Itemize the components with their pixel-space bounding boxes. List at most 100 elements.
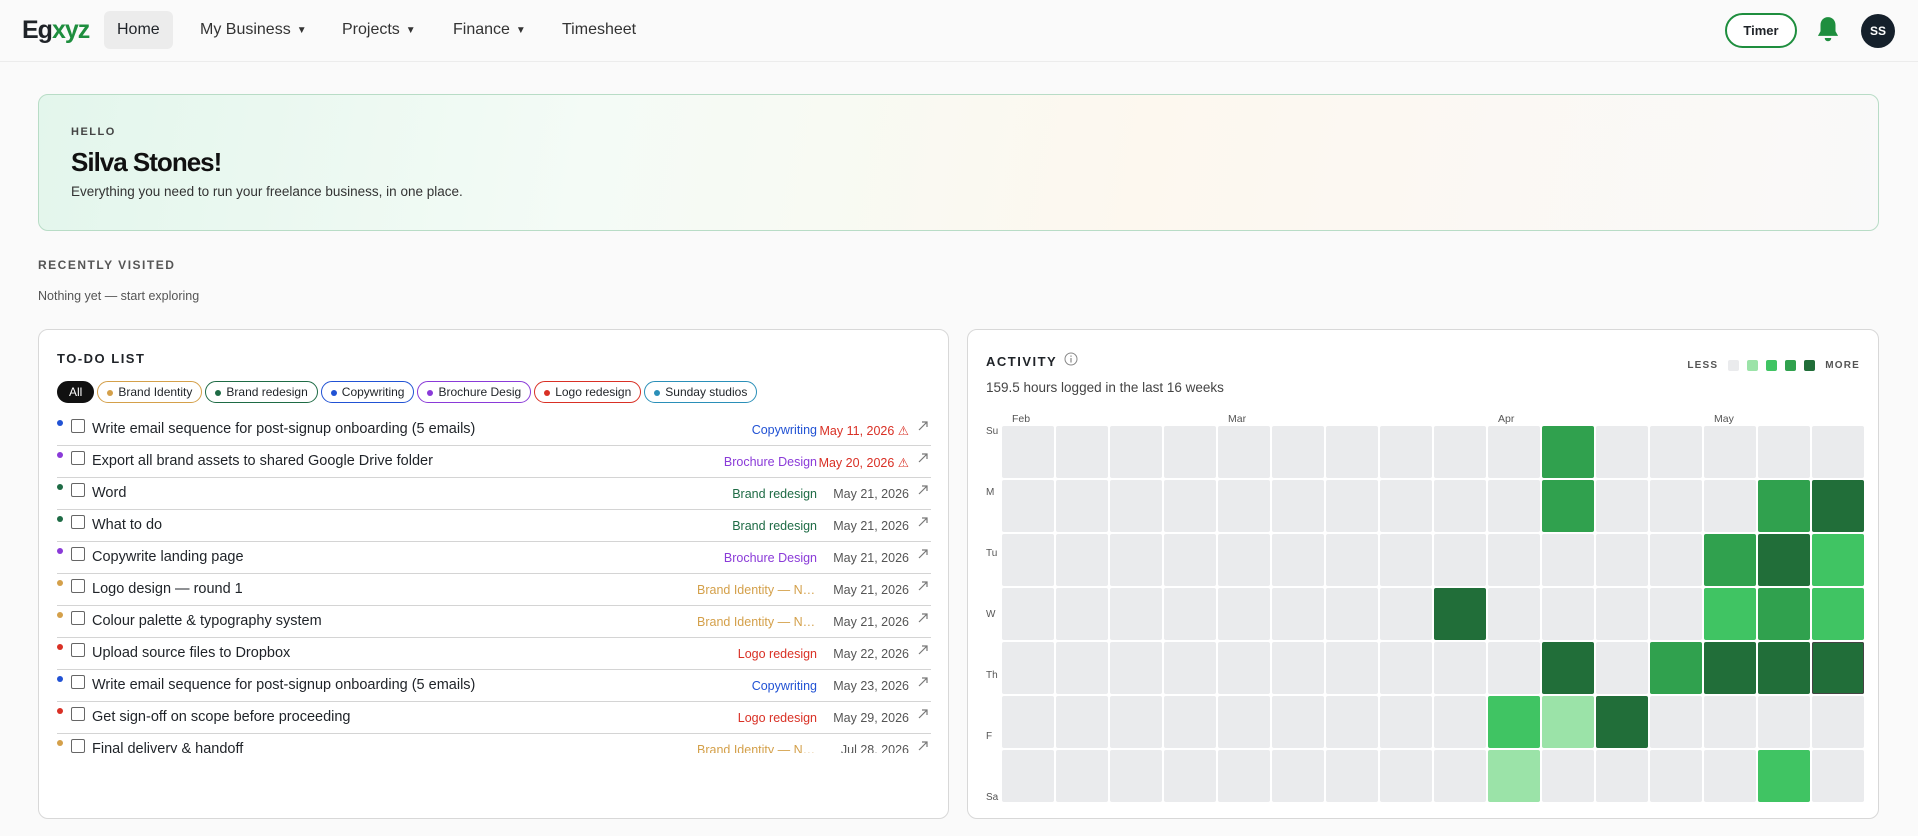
heatmap-cell[interactable]	[1542, 696, 1594, 748]
filter-chip[interactable]: Copywriting	[320, 381, 415, 403]
heatmap-cell[interactable]	[1488, 588, 1540, 640]
todo-project[interactable]: Brand redesign	[732, 487, 817, 501]
heatmap-cell[interactable]	[1758, 426, 1810, 478]
timer-button[interactable]: Timer	[1725, 13, 1797, 48]
todo-checkbox[interactable]	[71, 515, 85, 529]
heatmap-cell[interactable]	[1164, 534, 1216, 586]
heatmap-cell[interactable]	[1164, 480, 1216, 532]
heatmap-cell[interactable]	[1326, 696, 1378, 748]
todo-project[interactable]: Brand Identity — Northwind	[697, 743, 817, 753]
heatmap-cell[interactable]	[1758, 588, 1810, 640]
heatmap-cell[interactable]	[1758, 534, 1810, 586]
heatmap-cell[interactable]	[1110, 480, 1162, 532]
todo-row[interactable]: Upload source files to Dropbox Logo redes…	[57, 638, 931, 670]
heatmap-cell[interactable]	[1542, 588, 1594, 640]
heatmap-cell[interactable]	[1812, 642, 1864, 694]
heatmap-cell[interactable]	[1380, 480, 1432, 532]
heatmap-cell[interactable]	[1812, 588, 1864, 640]
info-icon[interactable]	[1064, 352, 1078, 366]
heatmap-cell[interactable]	[1002, 750, 1054, 802]
heatmap-cell[interactable]	[1056, 750, 1108, 802]
heatmap-cell[interactable]	[1056, 534, 1108, 586]
heatmap-cell[interactable]	[1380, 426, 1432, 478]
heatmap-cell[interactable]	[1596, 696, 1648, 748]
heatmap-cell[interactable]	[1488, 696, 1540, 748]
open-link-icon[interactable]	[915, 610, 931, 626]
heatmap-cell[interactable]	[1704, 480, 1756, 532]
heatmap-cell[interactable]	[1704, 750, 1756, 802]
todo-project[interactable]: Logo redesign	[738, 647, 817, 661]
todo-checkbox[interactable]	[71, 579, 85, 593]
todo-project[interactable]: Copywriting	[752, 679, 817, 693]
todo-row[interactable]: What to do Brand redesign May 21, 2026	[57, 510, 931, 542]
heatmap-cell[interactable]	[1110, 642, 1162, 694]
heatmap-cell[interactable]	[1650, 588, 1702, 640]
open-link-icon[interactable]	[915, 514, 931, 530]
heatmap-cell[interactable]	[1056, 426, 1108, 478]
heatmap-cell[interactable]	[1326, 480, 1378, 532]
heatmap-cell[interactable]	[1326, 588, 1378, 640]
bell-icon[interactable]	[1815, 15, 1841, 45]
heatmap-cell[interactable]	[1326, 426, 1378, 478]
todo-checkbox[interactable]	[71, 707, 85, 721]
heatmap-cell[interactable]	[1434, 480, 1486, 532]
heatmap-cell[interactable]	[1110, 750, 1162, 802]
heatmap-cell[interactable]	[1110, 534, 1162, 586]
heatmap-cell[interactable]	[1488, 750, 1540, 802]
heatmap-cell[interactable]	[1002, 480, 1054, 532]
heatmap-cell[interactable]	[1488, 642, 1540, 694]
heatmap-cell[interactable]	[1812, 696, 1864, 748]
todo-row[interactable]: Word Brand redesign May 21, 2026	[57, 478, 931, 510]
heatmap-cell[interactable]	[1596, 750, 1648, 802]
filter-chip[interactable]: Brand Identity	[97, 381, 203, 403]
heatmap-cell[interactable]	[1002, 696, 1054, 748]
heatmap-cell[interactable]	[1002, 534, 1054, 586]
heatmap-cell[interactable]	[1650, 642, 1702, 694]
heatmap-cell[interactable]	[1218, 426, 1270, 478]
heatmap-cell[interactable]	[1326, 642, 1378, 694]
todo-project[interactable]: Brand Identity — Northwind	[697, 615, 817, 629]
heatmap-cell[interactable]	[1434, 750, 1486, 802]
heatmap-cell[interactable]	[1110, 426, 1162, 478]
heatmap-cell[interactable]	[1272, 480, 1324, 532]
heatmap-cell[interactable]	[1596, 642, 1648, 694]
heatmap-cell[interactable]	[1758, 696, 1810, 748]
todo-project[interactable]: Copywriting	[752, 423, 817, 437]
heatmap-cell[interactable]	[1434, 426, 1486, 478]
heatmap-cell[interactable]	[1488, 426, 1540, 478]
filter-chip[interactable]: Brochure Desig	[417, 381, 532, 403]
open-link-icon[interactable]	[915, 706, 931, 722]
heatmap-cell[interactable]	[1488, 480, 1540, 532]
filter-chip[interactable]: All	[57, 381, 95, 403]
open-link-icon[interactable]	[915, 738, 931, 753]
heatmap-cell[interactable]	[1434, 642, 1486, 694]
todo-row[interactable]: Colour palette & typography system Brand …	[57, 606, 931, 638]
open-link-icon[interactable]	[915, 578, 931, 594]
heatmap-cell[interactable]	[1542, 642, 1594, 694]
filter-chip[interactable]: Logo redesign	[534, 381, 642, 403]
nav-timesheet[interactable]: Timesheet	[549, 11, 649, 49]
todo-checkbox[interactable]	[71, 451, 85, 465]
todo-checkbox[interactable]	[71, 611, 85, 625]
todo-row[interactable]: Write email sequence for post-signup onb…	[57, 414, 931, 446]
heatmap-cell[interactable]	[1164, 642, 1216, 694]
heatmap-cell[interactable]	[1596, 480, 1648, 532]
heatmap-cell[interactable]	[1272, 642, 1324, 694]
todo-checkbox[interactable]	[71, 739, 85, 753]
user-avatar[interactable]: SS	[1861, 14, 1895, 48]
nav-home[interactable]: Home	[104, 11, 173, 49]
heatmap-cell[interactable]	[1380, 696, 1432, 748]
heatmap-cell[interactable]	[1758, 642, 1810, 694]
heatmap-cell[interactable]	[1326, 750, 1378, 802]
heatmap-cell[interactable]	[1704, 534, 1756, 586]
heatmap-cell[interactable]	[1812, 426, 1864, 478]
heatmap-cell[interactable]	[1056, 696, 1108, 748]
todo-project[interactable]: Brochure Design	[724, 455, 817, 469]
heatmap-cell[interactable]	[1704, 696, 1756, 748]
todo-checkbox[interactable]	[71, 675, 85, 689]
heatmap-cell[interactable]	[1542, 534, 1594, 586]
heatmap-cell[interactable]	[1596, 588, 1648, 640]
todo-row[interactable]: Get sign-off on scope before proceeding L…	[57, 702, 931, 734]
heatmap-cell[interactable]	[1542, 480, 1594, 532]
heatmap-cell[interactable]	[1056, 588, 1108, 640]
